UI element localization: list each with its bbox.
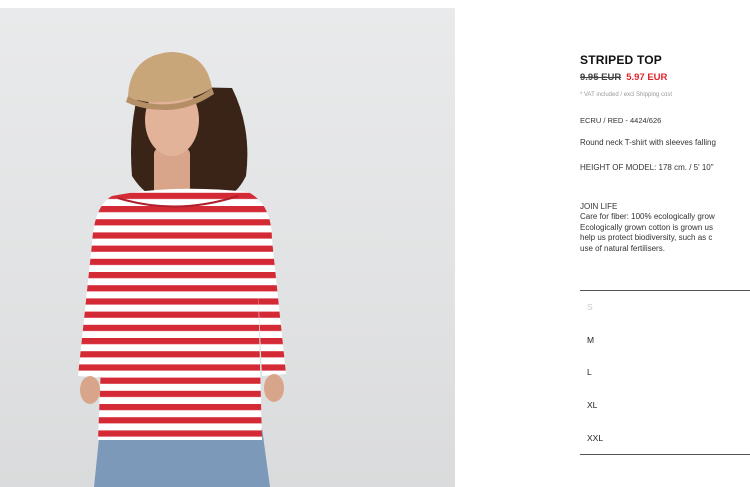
join-life-line: use of natural fertilisers. (580, 243, 665, 253)
model-wearing-striped-top-image (78, 52, 286, 487)
size-option-l[interactable]: L (580, 356, 750, 389)
join-life-line: help us protect biodiversity, such as c (580, 233, 713, 242)
join-life-title: JOIN LIFE (580, 202, 618, 211)
sale-price: 5.97 EUR (626, 72, 668, 83)
product-info-panel: STRIPED TOP 9.95 EUR 5.97 EUR * VAT inclu… (580, 0, 750, 487)
product-photo[interactable] (0, 8, 455, 487)
size-selector: S M L XL XXL (580, 290, 750, 455)
join-life-line: Ecologically grown cotton is grown us (580, 222, 713, 232)
model-height: HEIGHT OF MODEL: 178 cm. / 5' 10" (580, 163, 714, 172)
join-life-text: Care for fiber: 100% ecologically grow E… (580, 212, 715, 254)
product-description: Round neck T-shirt with sleeves falling (580, 138, 716, 147)
size-option-s: S (587, 302, 593, 313)
join-life-line: Care for fiber: 100% ecologically grow (580, 212, 715, 221)
size-option-xxl[interactable]: XXL (580, 421, 750, 454)
size-option-m[interactable]: M (580, 324, 750, 357)
price-row: 9.95 EUR 5.97 EUR (580, 72, 667, 83)
color-reference: ECRU / RED - 4424/626 (580, 116, 662, 125)
vat-note: * VAT included / excl Shipping cost (580, 92, 673, 98)
size-option-xl[interactable]: XL (580, 389, 750, 422)
original-price: 9.95 EUR (580, 72, 622, 83)
product-title: STRIPED TOP (580, 53, 662, 67)
